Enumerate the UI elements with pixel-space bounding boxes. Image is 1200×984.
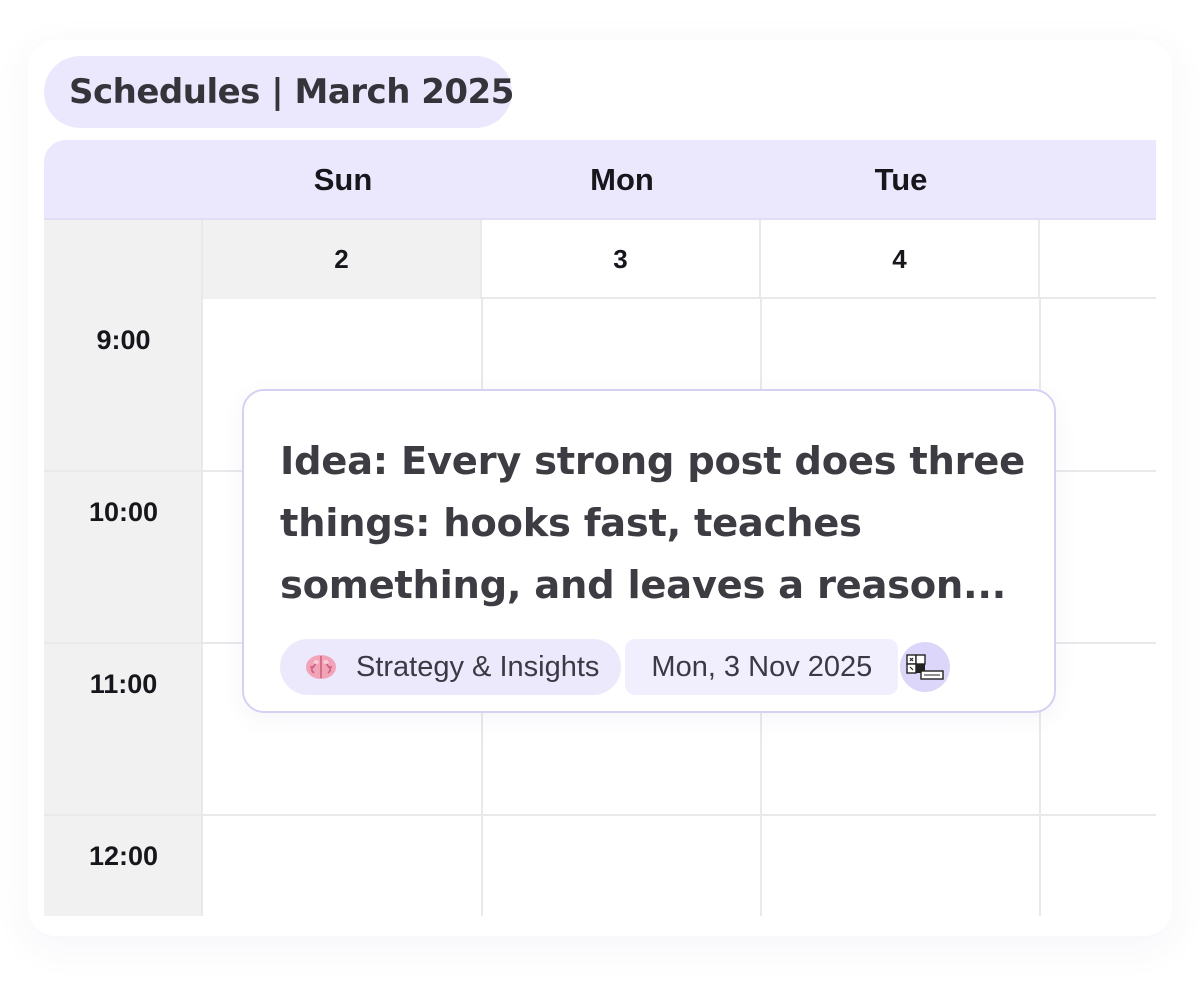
date-cell-2[interactable]: 2 bbox=[203, 220, 482, 299]
time-column: 9:00 10:00 11:00 12:00 bbox=[44, 299, 203, 916]
time-label-10: 10:00 bbox=[88, 497, 159, 527]
post-meta-row: Strategy & Insights Mon, 3 Nov 2025 bbox=[280, 639, 951, 695]
weekday-header-row: Sun Mon Tue W bbox=[44, 140, 1156, 220]
brain-icon bbox=[306, 655, 336, 679]
weekday-tue: Tue bbox=[874, 162, 928, 197]
corner-cell bbox=[44, 220, 203, 299]
schedule-date-chip[interactable]: Mon, 3 Nov 2025 bbox=[625, 639, 899, 695]
category-label: Strategy & Insights bbox=[356, 650, 600, 683]
date-cell-4[interactable]: 4 bbox=[761, 220, 1040, 299]
account-avatar[interactable] bbox=[900, 642, 951, 692]
hour-divider bbox=[44, 814, 1156, 816]
weekday-wed: W bbox=[1041, 140, 1156, 220]
time-label-12: 12:00 bbox=[88, 841, 159, 871]
scheduled-post-card[interactable]: Idea: Every strong post does three thing… bbox=[242, 389, 1056, 713]
date-cell-3[interactable]: 3 bbox=[482, 220, 761, 299]
weekday-sun: Sun bbox=[313, 162, 373, 197]
category-chip[interactable]: Strategy & Insights bbox=[280, 639, 622, 695]
social-logo-icon bbox=[906, 654, 944, 680]
time-label-11: 11:00 bbox=[89, 669, 158, 699]
date-cell-5[interactable] bbox=[1040, 220, 1156, 299]
time-label-9: 9:00 bbox=[96, 325, 151, 355]
page-title: Schedules | March 2025 bbox=[44, 56, 514, 128]
schedule-date-label: Mon, 3 Nov 2025 bbox=[651, 650, 873, 683]
weekday-mon: Mon bbox=[590, 162, 654, 197]
post-preview-text: Idea: Every strong post does three thing… bbox=[280, 439, 1025, 608]
date-row: 2 3 4 bbox=[44, 220, 1156, 299]
